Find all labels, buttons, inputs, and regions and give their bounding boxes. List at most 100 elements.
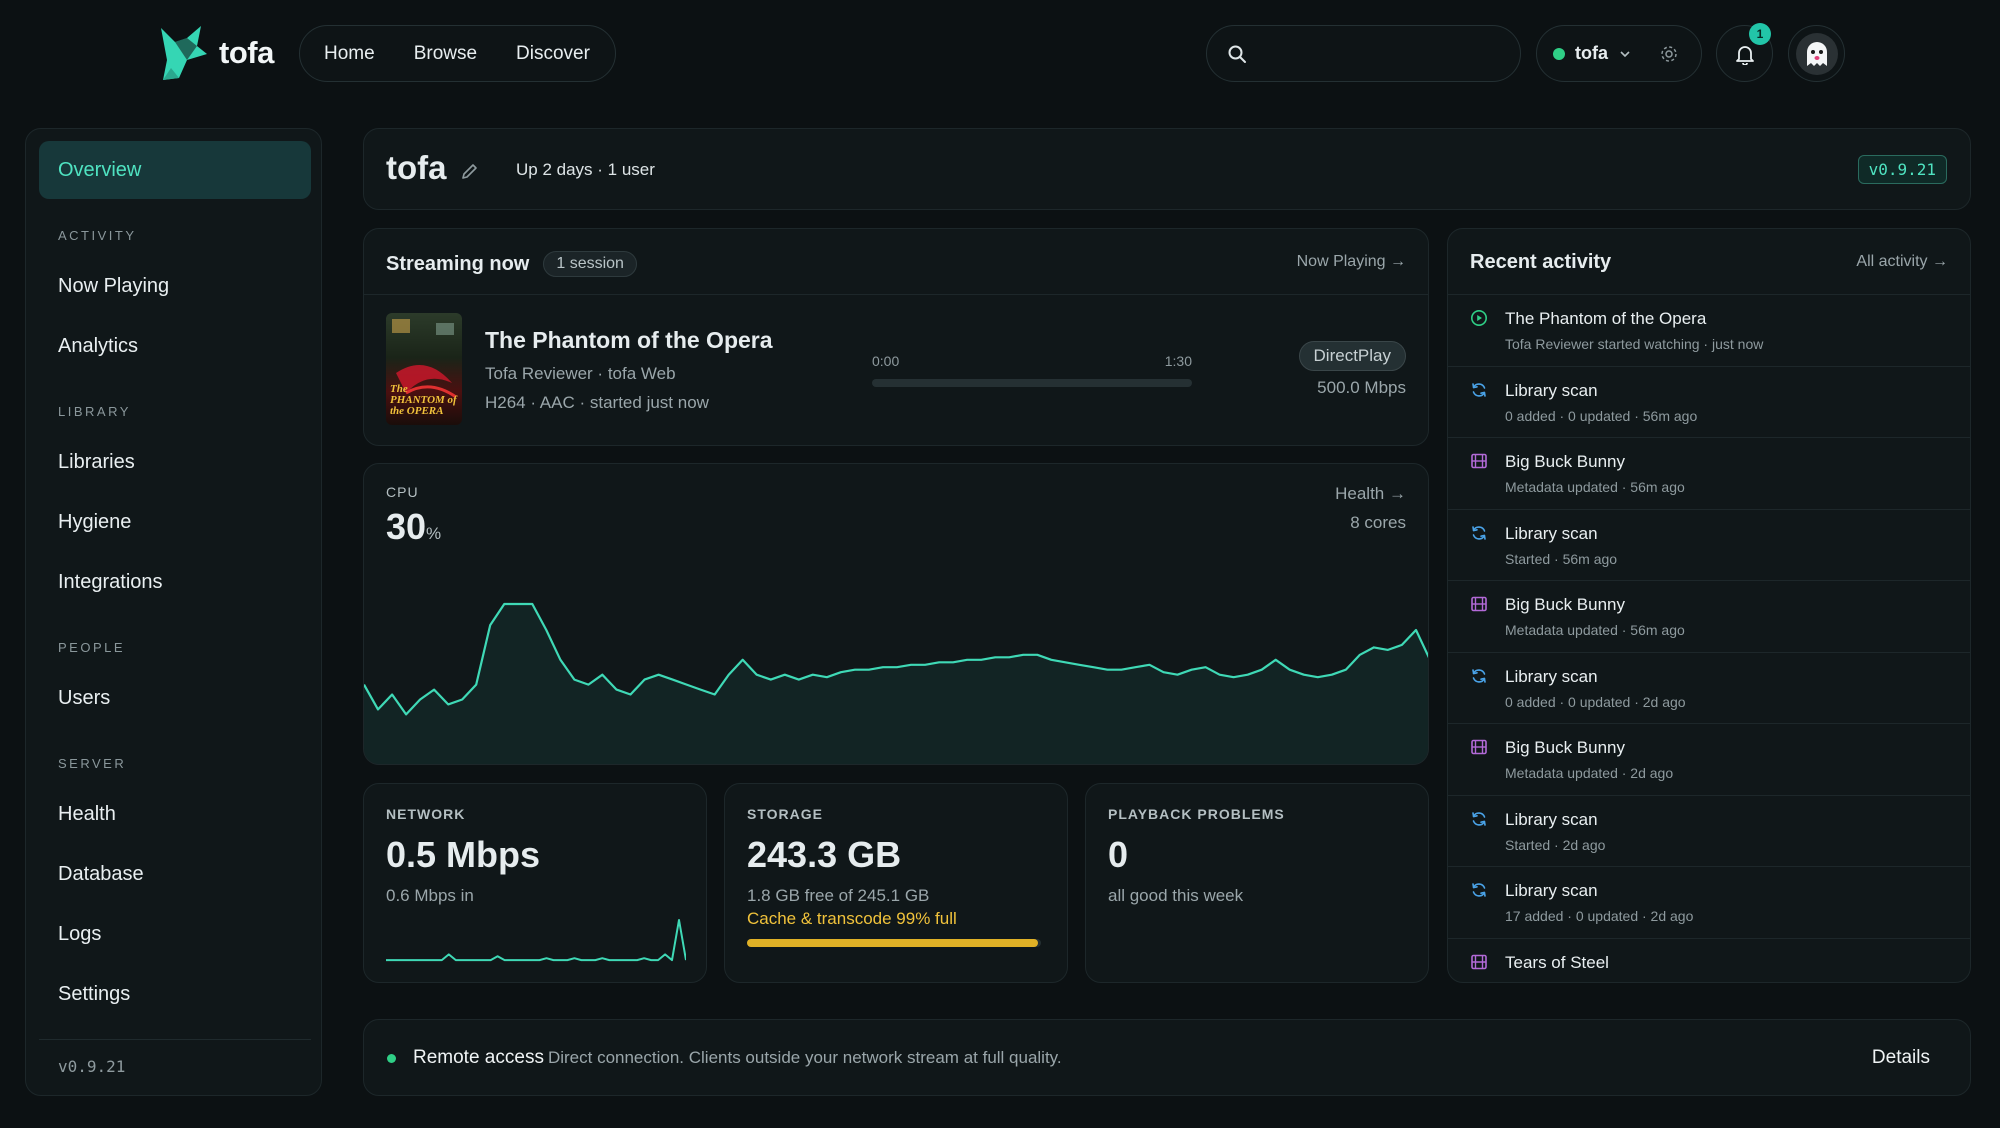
streaming-now-card: Streaming now 1 session Now Playing → Th…	[363, 228, 1429, 446]
time-total: 1:30	[1164, 353, 1192, 369]
sidebar-section-activity: ACTIVITY	[58, 228, 137, 243]
refresh-icon	[1470, 881, 1488, 899]
activity-item-name: Library scan	[1505, 380, 1598, 400]
server-selector[interactable]: tofa	[1536, 25, 1702, 82]
activity-row[interactable]: Library scan 0 added · 0 updated · 2d ago	[1448, 651, 1970, 724]
play-method-badge: DirectPlay	[1298, 341, 1406, 371]
edit-pencil-icon[interactable]	[460, 161, 480, 181]
sidebar-item-hygiene[interactable]: Hygiene	[58, 511, 131, 534]
sidebar-item-health[interactable]: Health	[58, 803, 116, 826]
notifications-button[interactable]: 1	[1716, 23, 1773, 82]
activity-row[interactable]: Big Buck Bunny Metadata updated · 2d ago	[1448, 723, 1970, 795]
refresh-icon	[1470, 381, 1488, 399]
server-uptime: Up 2 days · 1 user	[516, 160, 655, 179]
sidebar-section-library: LIBRARY	[58, 404, 131, 419]
all-activity-link[interactable]: All activity →	[1856, 253, 1948, 271]
remote-access-bar: Remote access Direct connection. Clients …	[363, 1019, 1971, 1096]
cpu-unit: %	[426, 524, 442, 543]
activity-item-meta: 17 added · 0 updated · 2d ago	[1505, 908, 1694, 924]
network-sparkline-line	[386, 919, 686, 962]
problems-label: PLAYBACK PROBLEMS	[1108, 806, 1285, 822]
brand-logo[interactable]: tofa	[157, 24, 274, 82]
sidebar-version: v0.9.21	[58, 1057, 126, 1076]
activity-item-name: Library scan	[1505, 666, 1598, 686]
sidebar-item-libraries[interactable]: Libraries	[58, 451, 135, 474]
activity-item-meta: 0 added · 0 updated · 2d ago	[1505, 693, 1686, 710]
network-label: NETWORK	[386, 806, 466, 822]
streaming-title: Streaming now	[386, 252, 530, 275]
nav-browse[interactable]: Browse	[414, 43, 477, 65]
nav-discover[interactable]: Discover	[516, 43, 590, 65]
sidebar-item-logs[interactable]: Logs	[58, 923, 101, 946]
activity-row[interactable]: Big Buck Bunny Metadata updated · 56m ago	[1448, 437, 1970, 509]
problems-summary: all good this week	[1108, 886, 1244, 905]
search-icon	[1228, 45, 1246, 63]
refresh-icon	[1470, 524, 1488, 542]
storage-card[interactable]: STORAGE 243.3 GB 1.8 GB free of 245.1 GB…	[724, 783, 1068, 983]
search-box[interactable]	[1206, 25, 1521, 82]
sidebar-item-database[interactable]: Database	[58, 863, 144, 886]
cpu-cores: 8 cores	[1350, 513, 1406, 532]
activity-list: The Phantom of the Opera Tofa Reviewer st…	[1448, 294, 1970, 983]
activity-row[interactable]: The Phantom of the Opera Tofa Reviewer st…	[1448, 294, 1970, 366]
activity-row[interactable]: Library scan 0 added · 0 updated · 56m ag…	[1448, 365, 1970, 438]
sidebar-item-settings[interactable]: Settings	[58, 983, 130, 1006]
playback-progress-bar[interactable]	[872, 379, 1192, 387]
search-input[interactable]	[1259, 43, 1499, 64]
sidebar-item-analytics[interactable]: Analytics	[58, 335, 138, 358]
activity-item-meta: Metadata updated · 56m ago	[1505, 479, 1685, 495]
storage-cache-warning: Cache & transcode 99% full	[747, 909, 957, 928]
activity-item-name: The Phantom of the Opera	[1505, 309, 1707, 328]
activity-item-name: Big Buck Bunny	[1505, 738, 1626, 757]
sidebar-item-overview[interactable]: Overview	[39, 141, 311, 199]
network-card[interactable]: NETWORK 0.5 Mbps 0.6 Mbps in	[363, 783, 707, 983]
activity-item-meta: Started · 56m ago	[1505, 550, 1618, 567]
top-navigation: Home Browse Discover	[299, 25, 616, 82]
gear-icon[interactable]	[1660, 45, 1678, 63]
sidebar-item-now-playing[interactable]: Now Playing	[58, 275, 169, 298]
network-value: 0.5 Mbps	[386, 834, 541, 875]
bell-icon	[1735, 45, 1754, 65]
activity-row[interactable]: Library scan Started · 2d ago	[1448, 794, 1970, 867]
movie-title[interactable]: The Phantom of the Opera	[485, 327, 773, 354]
nav-home[interactable]: Home	[324, 43, 375, 65]
brand-name: tofa	[219, 35, 274, 70]
sidebar-item-integrations[interactable]: Integrations	[58, 571, 163, 594]
refresh-icon	[1470, 667, 1488, 685]
activity-item-name: Library scan	[1505, 809, 1598, 829]
activity-item-meta: Metadata updated · 56m ago	[1505, 622, 1685, 638]
poster-title-text: The PHANTOM of the OPERA	[390, 383, 457, 417]
activity-item-meta: 0 added · 0 updated · 56m ago	[1505, 407, 1698, 424]
film-icon	[1470, 953, 1488, 971]
session-count-badge: 1 session	[543, 251, 637, 277]
activity-item-name: Big Buck Bunny	[1505, 452, 1626, 471]
remote-details-button[interactable]: Details	[1872, 1047, 1930, 1069]
activity-row[interactable]: Library scan Started · 56m ago	[1448, 508, 1970, 581]
version-badge: v0.9.21	[1857, 155, 1947, 184]
avatar-button[interactable]	[1788, 25, 1845, 82]
activity-item-name: Library scan	[1505, 523, 1598, 543]
film-icon	[1470, 452, 1488, 470]
activity-row[interactable]: Big Buck Bunny Metadata updated · 56m ago	[1448, 580, 1970, 652]
recent-activity-card: Recent activity All activity → The Phant…	[1447, 228, 1971, 983]
sidebar-item-users[interactable]: Users	[58, 687, 110, 710]
health-link[interactable]: Health →	[1335, 484, 1406, 504]
remote-access-description: Direct connection. Clients outside your …	[547, 1048, 1062, 1067]
time-current: 0:00	[872, 353, 900, 369]
streaming-divider	[364, 294, 1428, 295]
stream-codec-info: H264 · AAC · started just now	[485, 393, 709, 412]
activity-row[interactable]: Tears of Steel	[1448, 937, 1970, 983]
film-icon	[1470, 595, 1488, 613]
cpu-value: 30%	[386, 506, 441, 548]
now-playing-link[interactable]: Now Playing →	[1297, 253, 1406, 271]
movie-poster[interactable]: The PHANTOM of the OPERA	[386, 313, 462, 425]
playback-problems-card[interactable]: PLAYBACK PROBLEMS 0 all good this week	[1085, 783, 1429, 983]
storage-usage-fill	[747, 939, 1039, 947]
remote-access-text: Remote access Direct connection. Clients …	[413, 1047, 1062, 1069]
cpu-percent: 30	[386, 506, 427, 547]
remote-status-dot	[387, 1054, 396, 1063]
network-sparkline	[386, 919, 686, 962]
chevron-down-icon	[1620, 50, 1630, 57]
cpu-card[interactable]: CPU 30% Health → 8 cores	[363, 463, 1429, 765]
activity-row[interactable]: Library scan 17 added · 0 updated · 2d ag…	[1448, 866, 1970, 938]
